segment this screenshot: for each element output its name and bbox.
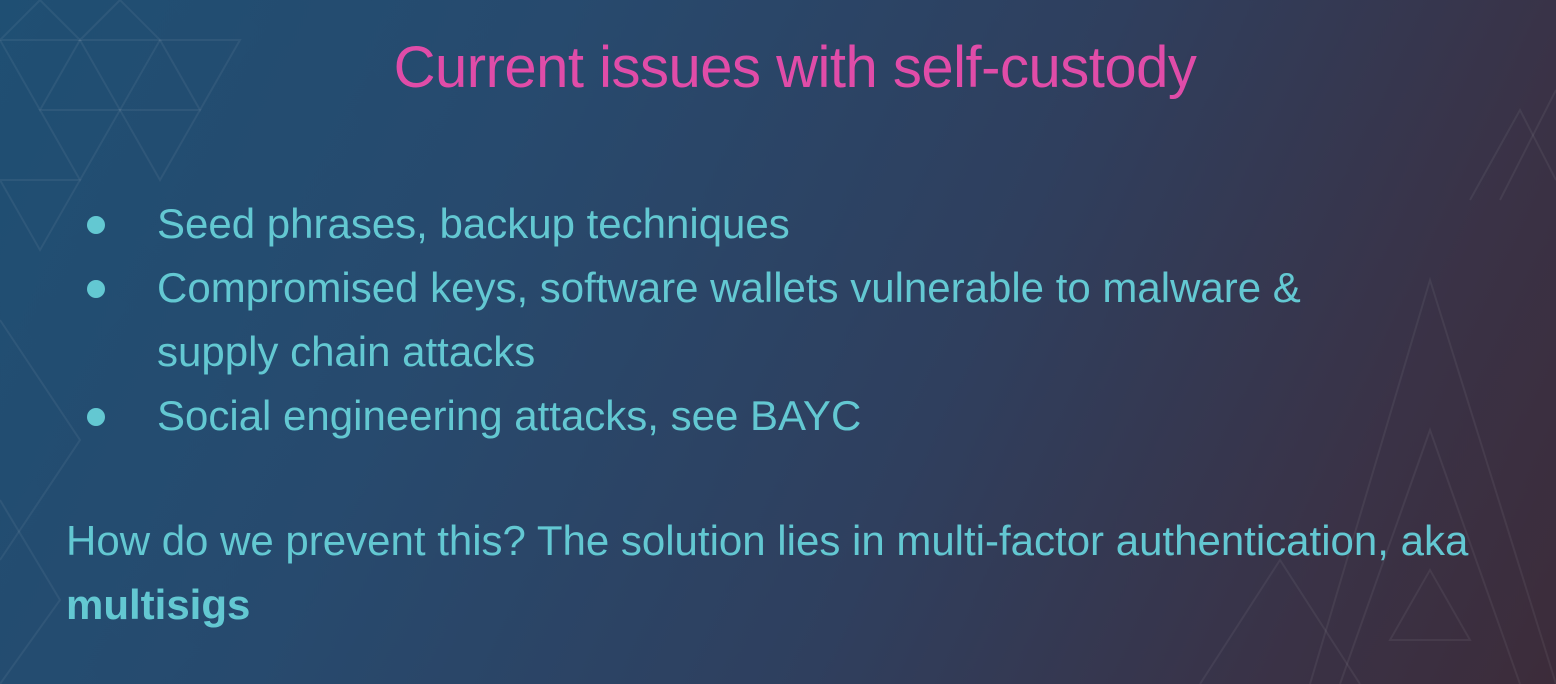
conclusion-text: How do we prevent this? The solution lie… bbox=[66, 517, 1469, 564]
bullet-dot-icon bbox=[87, 408, 105, 426]
conclusion-emphasis: multisigs bbox=[66, 581, 251, 628]
bullet-item-compromised-keys: Compromised keys, software wallets vulne… bbox=[0, 256, 1417, 384]
bullet-text: Social engineering attacks, see BAYC bbox=[157, 392, 862, 439]
bullet-dot-icon bbox=[87, 280, 105, 298]
bullet-item-social-engineering: Social engineering attacks, see BAYC bbox=[0, 384, 1417, 448]
bullet-text: Seed phrases, backup techniques bbox=[157, 200, 790, 247]
slide-title: Current issues with self-custody bbox=[393, 35, 1197, 100]
bullet-dot-icon bbox=[87, 216, 105, 234]
bullet-item-seed-phrases: Seed phrases, backup techniques bbox=[0, 192, 1417, 256]
conclusion-paragraph: How do we prevent this? The solution lie… bbox=[66, 509, 1526, 637]
bullet-text: Compromised keys, software wallets vulne… bbox=[157, 264, 1301, 375]
issues-bullet-list: Seed phrases, backup techniques Compromi… bbox=[0, 192, 1417, 448]
